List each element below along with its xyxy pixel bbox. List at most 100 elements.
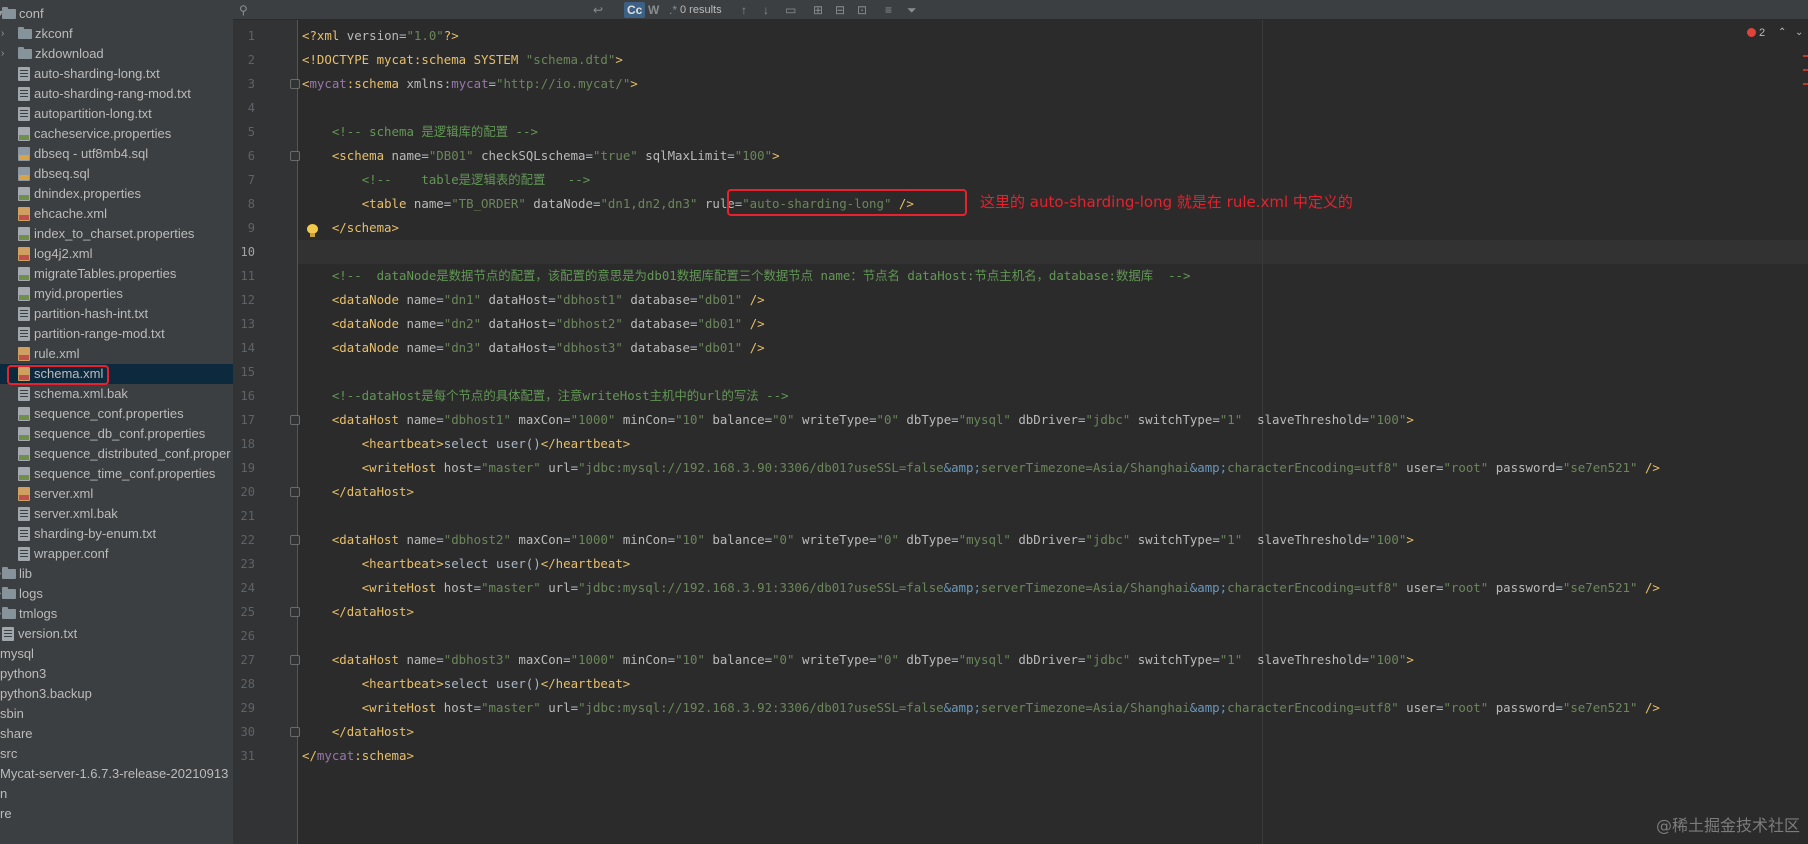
tree-item[interactable]: python3: [0, 664, 233, 684]
line-number: 2: [247, 53, 255, 67]
select-all-occurrences-icon[interactable]: ▭: [785, 0, 796, 20]
match-case-toggle[interactable]: Cc: [624, 2, 646, 18]
tree-item-label: logs: [19, 586, 43, 601]
fold-marker-icon[interactable]: [290, 415, 300, 425]
code-line: <dataNode name="dn1" dataHost="dbhost1" …: [331, 292, 765, 307]
tree-item[interactable]: sequence_conf.properties: [0, 404, 233, 424]
tree-item[interactable]: ehcache.xml: [0, 204, 233, 224]
tree-item-label: version.txt: [18, 626, 78, 641]
tree-item-label: wrapper.conf: [34, 546, 109, 561]
tree-item[interactable]: sharding-by-enum.txt: [0, 524, 233, 544]
tree-item[interactable]: › zkconf: [0, 24, 233, 44]
tree-item[interactable]: n: [0, 784, 233, 804]
tree-item[interactable]: log4j2.xml: [0, 244, 233, 264]
tree-item[interactable]: version.txt: [0, 624, 233, 644]
tree-item-label: mysql: [0, 646, 34, 661]
text-file-icon: [18, 387, 30, 401]
line-number: 4: [247, 101, 255, 115]
tree-item[interactable]: dnindex.properties: [0, 184, 233, 204]
lightbulb-icon[interactable]: [307, 224, 318, 237]
chevron-right-icon[interactable]: ›: [1, 44, 11, 64]
fold-marker-icon[interactable]: [290, 607, 300, 617]
tree-item[interactable]: server.xml: [0, 484, 233, 504]
tree-item[interactable]: server.xml.bak: [0, 504, 233, 524]
tree-item-label: n: [0, 786, 8, 801]
line-number: 30: [240, 725, 255, 739]
tree-item[interactable]: › zkdownload: [0, 44, 233, 64]
tree-item[interactable]: rule.xml: [0, 344, 233, 364]
tree-item[interactable]: dbseq - utf8mb4.sql: [0, 144, 233, 164]
code-line: <heartbeat>select user()</heartbeat>: [361, 556, 631, 571]
tree-item[interactable]: ›tmlogs: [0, 604, 233, 624]
search-icon[interactable]: ⚲: [239, 0, 248, 20]
tree-item[interactable]: python3.backup: [0, 684, 233, 704]
tree-item[interactable]: Mycat-server-1.6.7.3-release-20210913: [0, 764, 233, 784]
tree-item[interactable]: sequence_time_conf.properties: [0, 464, 233, 484]
tree-item-label: dbseq.sql: [34, 166, 90, 181]
chevron-right-icon[interactable]: ›: [1, 24, 11, 44]
regex-toggle[interactable]: .*: [669, 0, 677, 20]
words-toggle[interactable]: W: [648, 0, 659, 20]
tree-item[interactable]: migrateTables.properties: [0, 264, 233, 284]
tree-item[interactable]: src: [0, 744, 233, 764]
properties-file-icon: [18, 407, 30, 421]
code-line: <dataHost name="dbhost1" maxCon="1000" m…: [331, 412, 1414, 427]
properties-file-icon: [18, 187, 30, 201]
tree-item[interactable]: ▾conf: [0, 4, 233, 24]
error-stripe[interactable]: [1803, 55, 1808, 97]
fold-marker-icon[interactable]: [290, 535, 300, 545]
tree-item[interactable]: cacheservice.properties: [0, 124, 233, 144]
text-file-icon: [18, 327, 30, 341]
tree-item[interactable]: auto-sharding-rang-mod.txt: [0, 84, 233, 104]
line-number: 8: [247, 197, 255, 211]
tree-item[interactable]: re: [0, 804, 233, 824]
line-number: 21: [240, 509, 255, 523]
tree-item-label: migrateTables.properties: [34, 266, 177, 281]
code-line: <!--dataHost是每个节点的具体配置，注意writeHost主机中的ur…: [331, 388, 789, 403]
sort-icon[interactable]: ≡: [885, 0, 892, 20]
folder-icon: [2, 607, 16, 619]
fold-marker-icon[interactable]: [290, 655, 300, 665]
line-number: 22: [240, 533, 255, 547]
fold-marker-icon[interactable]: [290, 487, 300, 497]
tree-item[interactable]: ›lib: [0, 564, 233, 584]
tree-item-label: conf: [19, 6, 44, 21]
prev-occurrence-icon[interactable]: ↑: [741, 0, 747, 20]
next-occurrence-icon[interactable]: ↓: [763, 0, 769, 20]
tree-item[interactable]: share: [0, 724, 233, 744]
text-file-icon: [18, 547, 30, 561]
tree-item[interactable]: partition-range-mod.txt: [0, 324, 233, 344]
tree-item[interactable]: ›logs: [0, 584, 233, 604]
tree-item[interactable]: dbseq.sql: [0, 164, 233, 184]
fold-marker-icon[interactable]: [290, 727, 300, 737]
xml-file-icon: [18, 487, 30, 501]
add-occurrence-icon[interactable]: ⊞: [813, 0, 823, 20]
error-indicator[interactable]: 2: [1747, 27, 1765, 39]
fold-marker-icon[interactable]: [290, 151, 300, 161]
tree-item[interactable]: myid.properties: [0, 284, 233, 304]
tree-item[interactable]: partition-hash-int.txt: [0, 304, 233, 324]
filter-icon[interactable]: ⏷: [907, 0, 917, 20]
error-icon: [1747, 28, 1756, 37]
code-line: <!-- dataNode是数据节点的配置，该配置的意思是为db01数据库配置三…: [331, 268, 1191, 283]
tree-item[interactable]: auto-sharding-long.txt: [0, 64, 233, 84]
tree-item[interactable]: autopartition-long.txt: [0, 104, 233, 124]
code-line: <schema name="DB01" checkSQLschema="true…: [331, 148, 780, 163]
tree-item[interactable]: schema.xml.bak: [0, 384, 233, 404]
next-highlighted-error-icon[interactable]: ⌄: [1795, 27, 1803, 38]
tree-item[interactable]: sbin: [0, 704, 233, 724]
tree-item-label: rule.xml: [34, 346, 80, 361]
prev-highlighted-error-icon[interactable]: ⌃: [1778, 27, 1786, 38]
tree-item-label: Mycat-server-1.6.7.3-release-20210913: [0, 766, 229, 781]
tree-item[interactable]: index_to_charset.properties: [0, 224, 233, 244]
tree-item[interactable]: wrapper.conf: [0, 544, 233, 564]
text-file-icon: [18, 507, 30, 521]
filter-lines-icon[interactable]: ⊡: [857, 0, 867, 20]
tree-item[interactable]: sequence_distributed_conf.proper: [0, 444, 233, 464]
tree-item[interactable]: sequence_db_conf.properties: [0, 424, 233, 444]
remove-occurrence-icon[interactable]: ⊟: [835, 0, 845, 20]
fold-marker-icon[interactable]: [290, 79, 300, 89]
line-number: 24: [240, 581, 255, 595]
tree-item[interactable]: mysql: [0, 644, 233, 664]
replace-icon[interactable]: ↩: [593, 0, 603, 20]
